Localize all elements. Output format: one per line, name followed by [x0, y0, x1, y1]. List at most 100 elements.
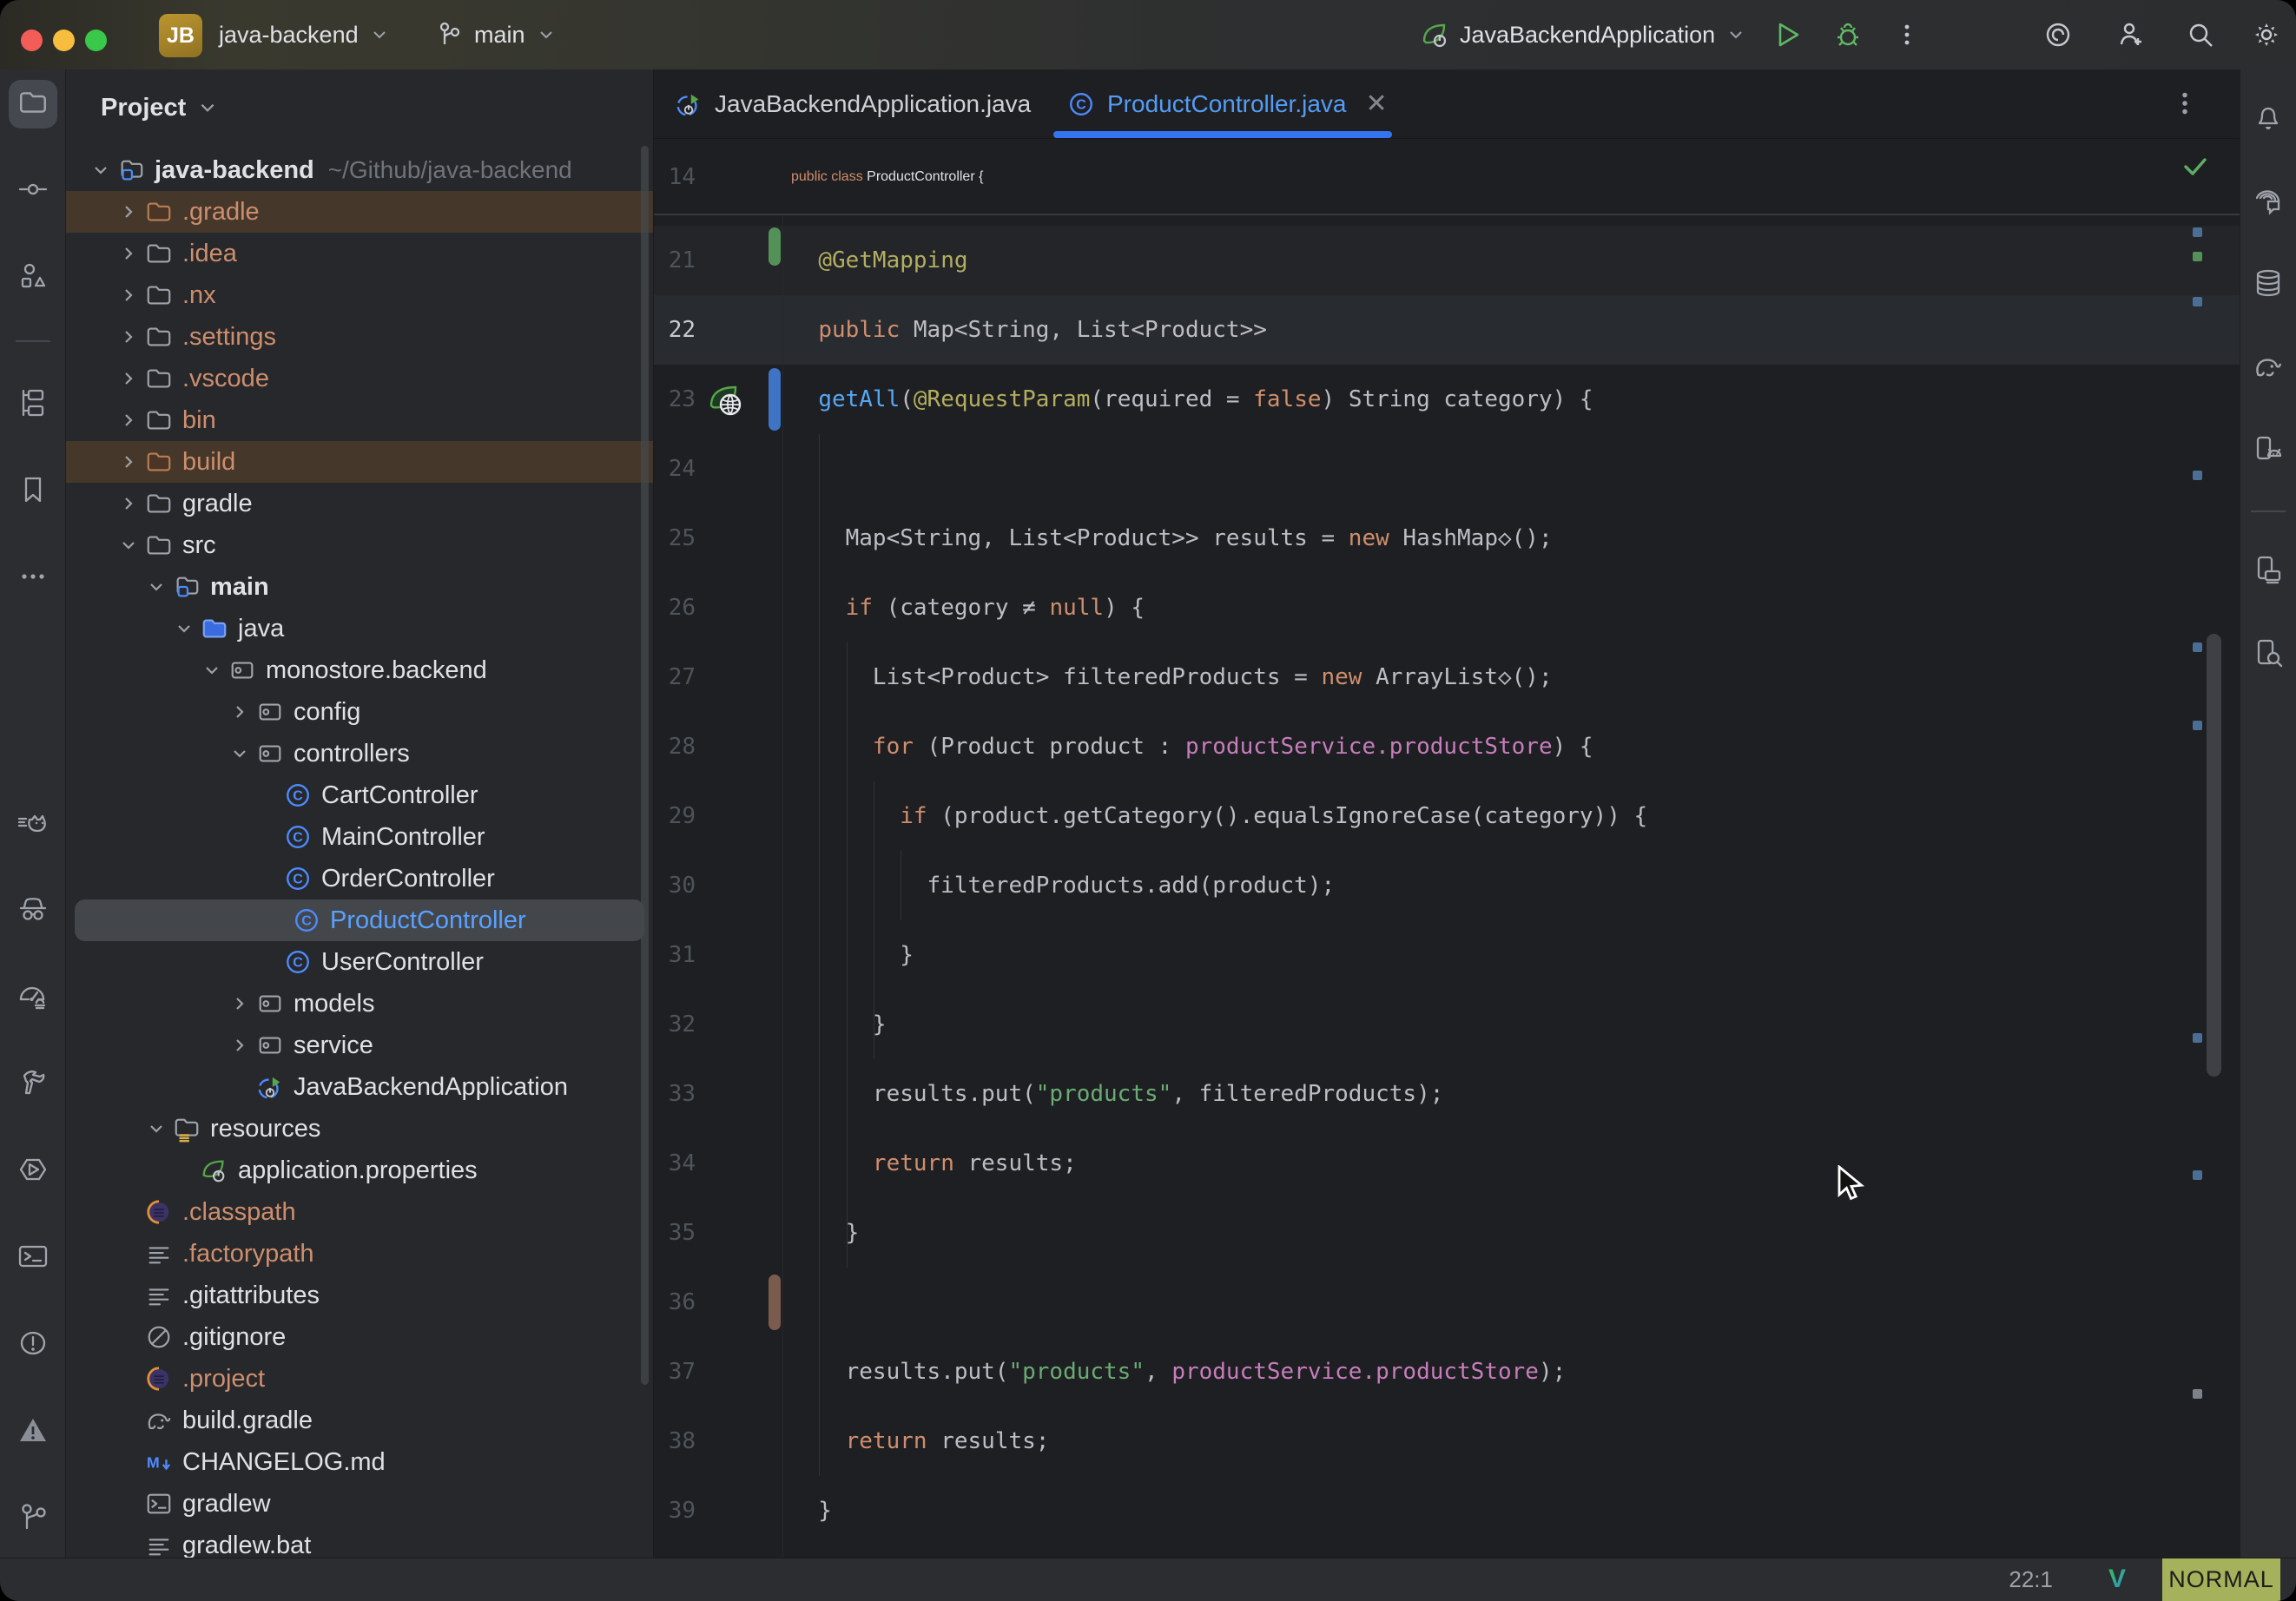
tree-item-UserController[interactable]: CUserController	[66, 941, 653, 983]
tool-profiler-button[interactable]	[9, 973, 57, 1022]
tree-item-CartController[interactable]: CCartController	[66, 774, 653, 816]
chevron-down-icon[interactable]	[142, 1115, 170, 1143]
tool-structure-button[interactable]	[9, 254, 57, 302]
ideavim-icon[interactable]: V	[2108, 1565, 2126, 1594]
line-number-32[interactable]: 32	[654, 990, 696, 1059]
code-line-26[interactable]: 26 if (category ≠ null) {	[654, 573, 2241, 642]
tool-database-button[interactable]	[2244, 260, 2293, 309]
line-number-39[interactable]: 39	[654, 1476, 696, 1545]
code-line-31[interactable]: 31 }	[654, 920, 2241, 990]
tool-commit-button[interactable]	[9, 167, 57, 215]
tree-item-.factorypath[interactable]: .factorypath	[66, 1233, 653, 1275]
tree-item-.classpath[interactable]: .classpath	[66, 1191, 653, 1233]
tree-item-resources[interactable]: resources	[66, 1108, 653, 1150]
run-button[interactable]	[1771, 19, 1803, 50]
search-button[interactable]	[2185, 19, 2216, 50]
vim-mode-badge[interactable]: NORMAL	[2162, 1558, 2280, 1601]
code-line-38[interactable]: 38 return results;	[654, 1407, 2241, 1476]
change-marker[interactable]	[769, 1275, 781, 1330]
tree-item-config[interactable]: config	[66, 691, 653, 733]
tool-bookmarks-button[interactable]	[9, 467, 57, 516]
line-number-35[interactable]: 35	[654, 1198, 696, 1268]
tool-more-tools-button[interactable]	[9, 554, 57, 603]
tree-item-java-backend[interactable]: java-backend~/Github/java-backend	[66, 149, 653, 191]
line-number-27[interactable]: 27	[654, 642, 696, 712]
tree-item-main[interactable]: main	[66, 566, 653, 608]
chevron-right-icon[interactable]	[115, 240, 142, 267]
error-stripe-mark[interactable]	[2193, 1033, 2202, 1043]
error-stripe-mark[interactable]	[2193, 642, 2202, 652]
project-scrollbar[interactable]	[641, 146, 649, 1385]
branch-widget[interactable]: main	[434, 0, 555, 69]
tree-item-.project[interactable]: .project	[66, 1358, 653, 1400]
chevron-right-icon[interactable]	[115, 490, 142, 517]
zoom-button[interactable]	[85, 30, 107, 51]
code-line-25[interactable]: 25 Map<String, List<Product>> results = …	[654, 504, 2241, 573]
line-number-36[interactable]: 36	[654, 1268, 696, 1337]
line-number-31[interactable]: 31	[654, 920, 696, 990]
error-stripe-mark[interactable]	[2193, 1389, 2202, 1399]
tool-incognito-button[interactable]	[9, 886, 57, 935]
tool-ai-chat-button[interactable]	[2244, 177, 2293, 226]
tree-item-src[interactable]: src	[66, 524, 653, 566]
chevron-down-icon[interactable]	[115, 531, 142, 559]
change-marker[interactable]	[769, 368, 781, 431]
tool-hierarchy-button[interactable]	[9, 380, 57, 429]
sticky-header-line[interactable]: 14 public class ProductController {	[654, 142, 2241, 212]
tree-item-controllers[interactable]: controllers	[66, 733, 653, 774]
tab-options-button[interactable]	[2168, 87, 2201, 120]
tool-services-button[interactable]	[9, 1147, 57, 1196]
chevron-down-icon[interactable]	[142, 573, 170, 601]
close-tab-icon[interactable]: ✕	[1365, 89, 1387, 119]
tool-terminal-button[interactable]	[9, 1234, 57, 1282]
code-line-29[interactable]: 29 if (product.getCategory().equalsIgnor…	[654, 781, 2241, 851]
tree-item-.gradle[interactable]: .gradle	[66, 191, 653, 233]
tree-item-java[interactable]: java	[66, 608, 653, 649]
caret-position[interactable]: 22:1	[2009, 1558, 2053, 1601]
tree-item-application.properties[interactable]: application.properties	[66, 1150, 653, 1191]
tree-item-MainController[interactable]: CMainController	[66, 816, 653, 858]
error-stripe-mark[interactable]	[2193, 721, 2202, 730]
tree-item-service[interactable]: service	[66, 1025, 653, 1066]
code-line-30[interactable]: 30 filteredProducts.add(product);	[654, 851, 2241, 920]
code-line-33[interactable]: 33 results.put("products", filteredProdu…	[654, 1059, 2241, 1129]
line-number-26[interactable]: 26	[654, 573, 696, 642]
close-button[interactable]	[21, 30, 43, 51]
tree-item-.gitignore[interactable]: .gitignore	[66, 1316, 653, 1358]
project-widget[interactable]: java-backend	[219, 0, 388, 69]
tool-running-devices-button[interactable]	[2244, 427, 2293, 476]
change-marker[interactable]	[769, 227, 781, 266]
editor-scrollbar[interactable]	[2207, 634, 2221, 1077]
line-number-28[interactable]: 28	[654, 712, 696, 781]
chevron-right-icon[interactable]	[115, 198, 142, 226]
code-line-34[interactable]: 34 return results;	[654, 1129, 2241, 1198]
code-line-36[interactable]: 36	[654, 1268, 2241, 1337]
line-number-37[interactable]: 37	[654, 1337, 696, 1407]
chevron-right-icon[interactable]	[226, 990, 254, 1018]
debug-button[interactable]	[1832, 19, 1864, 50]
line-number-22[interactable]: 22	[654, 295, 696, 365]
tree-item-build.gradle[interactable]: build.gradle	[66, 1400, 653, 1441]
chevron-right-icon[interactable]	[115, 406, 142, 434]
tree-item-.vscode[interactable]: .vscode	[66, 358, 653, 399]
tool-device-explorer-button[interactable]	[2244, 547, 2293, 596]
line-number-29[interactable]: 29	[654, 781, 696, 851]
chevron-right-icon[interactable]	[226, 698, 254, 726]
tree-item-gradlew[interactable]: gradlew	[66, 1483, 653, 1525]
code-line-37[interactable]: 37 results.put("products", productServic…	[654, 1337, 2241, 1407]
tab-ProductController.java[interactable]: CProductController.java✕	[1053, 69, 1388, 138]
tree-item-CHANGELOG.md[interactable]: MCHANGELOG.md	[66, 1441, 653, 1483]
tool-project-button[interactable]	[9, 80, 57, 128]
line-number-25[interactable]: 25	[654, 504, 696, 573]
tree-item-bin[interactable]: bin	[66, 399, 653, 441]
tree-item-gradlew.bat[interactable]: gradlew.bat	[66, 1525, 653, 1558]
rest-endpoint-icon[interactable]	[706, 379, 746, 419]
line-number-21[interactable]: 21	[654, 226, 696, 295]
tree-item-.gitattributes[interactable]: .gitattributes	[66, 1275, 653, 1316]
chevron-right-icon[interactable]	[115, 323, 142, 351]
tree-item-.nx[interactable]: .nx	[66, 274, 653, 316]
tool-app-inspection-button[interactable]	[2244, 630, 2293, 679]
code-line-27[interactable]: 27 List<Product> filteredProducts = new …	[654, 642, 2241, 712]
tab-JavaBackendApplication.java[interactable]: JavaBackendApplication.java	[661, 69, 1031, 138]
error-stripe-mark[interactable]	[2193, 471, 2202, 480]
